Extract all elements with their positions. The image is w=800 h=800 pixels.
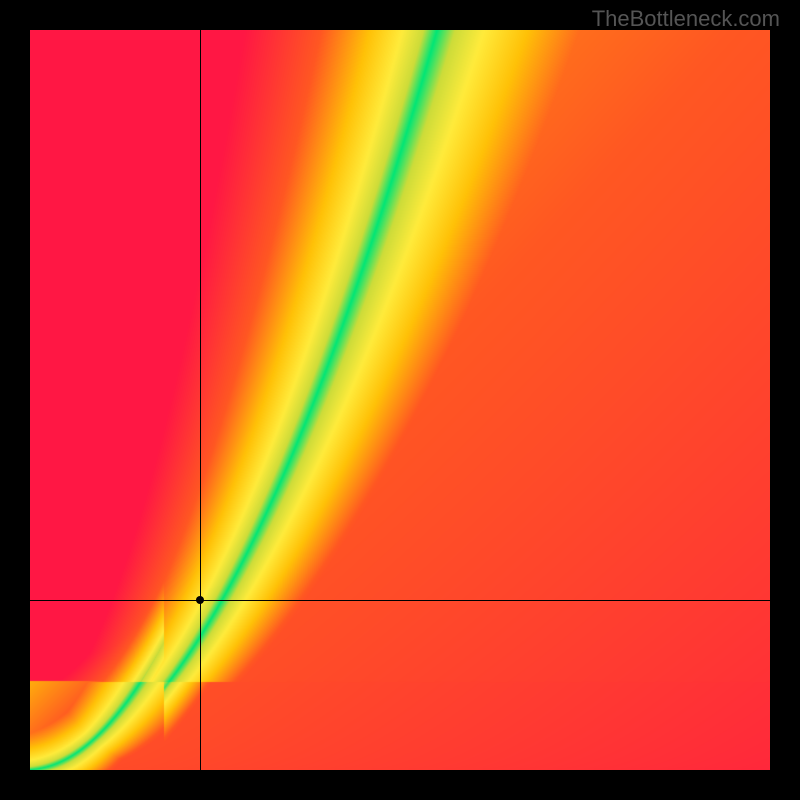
crosshair-vertical (200, 30, 201, 770)
crosshair-horizontal (30, 600, 770, 601)
selected-point-marker (196, 596, 204, 604)
heatmap-canvas (30, 30, 770, 770)
watermark-text: TheBottleneck.com (592, 6, 780, 32)
heatmap-plot (30, 30, 770, 770)
